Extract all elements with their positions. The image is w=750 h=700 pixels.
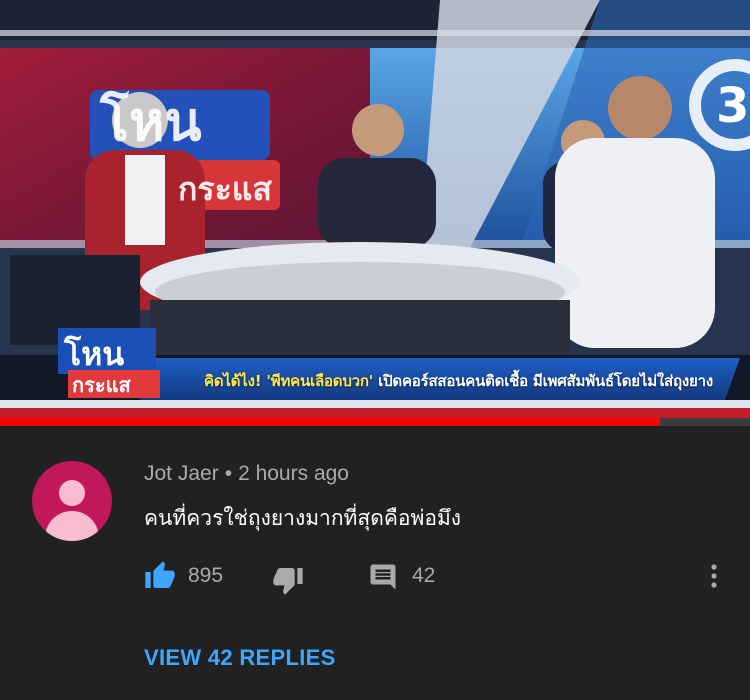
ticker-rest: เปิดคอร์สสอนคนติดเชื้อ มีเพศสัมพันธ์โดยไ… [373,372,713,390]
meta-separator: • [224,462,233,485]
news-ticker: คิดได้ไง! 'พีทคนเลือดบวก' เปิดคอร์สสอนคน… [204,369,724,393]
view-replies-button[interactable]: VIEW 42 REPLIES [144,645,336,671]
comment-author[interactable]: Jot Jaer [144,462,219,485]
video-player[interactable]: โหน กระแส โหน กระแส 3 คิดได้ไง! 'พีทคนเล… [0,0,750,426]
comment-meta: Jot Jaer • 2 hours ago [144,462,349,486]
show-logo-top: โหน [63,335,124,373]
video-progress-bar[interactable] [0,418,750,426]
video-frame-illustration: โหน กระแส โหน กระแส 3 [0,0,750,426]
ticker-highlight: คิดได้ไง! 'พีทคนเลือดบวก' [204,372,374,390]
like-count: 895 [188,564,224,587]
show-logo-bottom: กระแส [72,373,131,397]
video-progress-fill [0,418,660,426]
comment-actions: 895 42 [0,556,750,596]
comment-icon[interactable] [368,562,398,592]
avatar[interactable] [32,461,112,541]
more-vert-icon[interactable] [704,563,724,589]
backdrop-logo-top: โหน [99,90,202,153]
thumb-down-icon[interactable] [272,564,304,596]
avatar-head [59,480,85,506]
reply-count: 42 [412,564,436,587]
thumb-up-icon[interactable] [144,560,176,592]
channel-mark: 3 [716,78,749,134]
comment-text: คนที่ควรใช่ถุงยางมากที่สุดคือพ่อมึง [144,506,462,530]
avatar-body [45,511,99,541]
comment-time: 2 hours ago [238,462,349,485]
backdrop-logo-bottom: กระแส [178,170,272,208]
